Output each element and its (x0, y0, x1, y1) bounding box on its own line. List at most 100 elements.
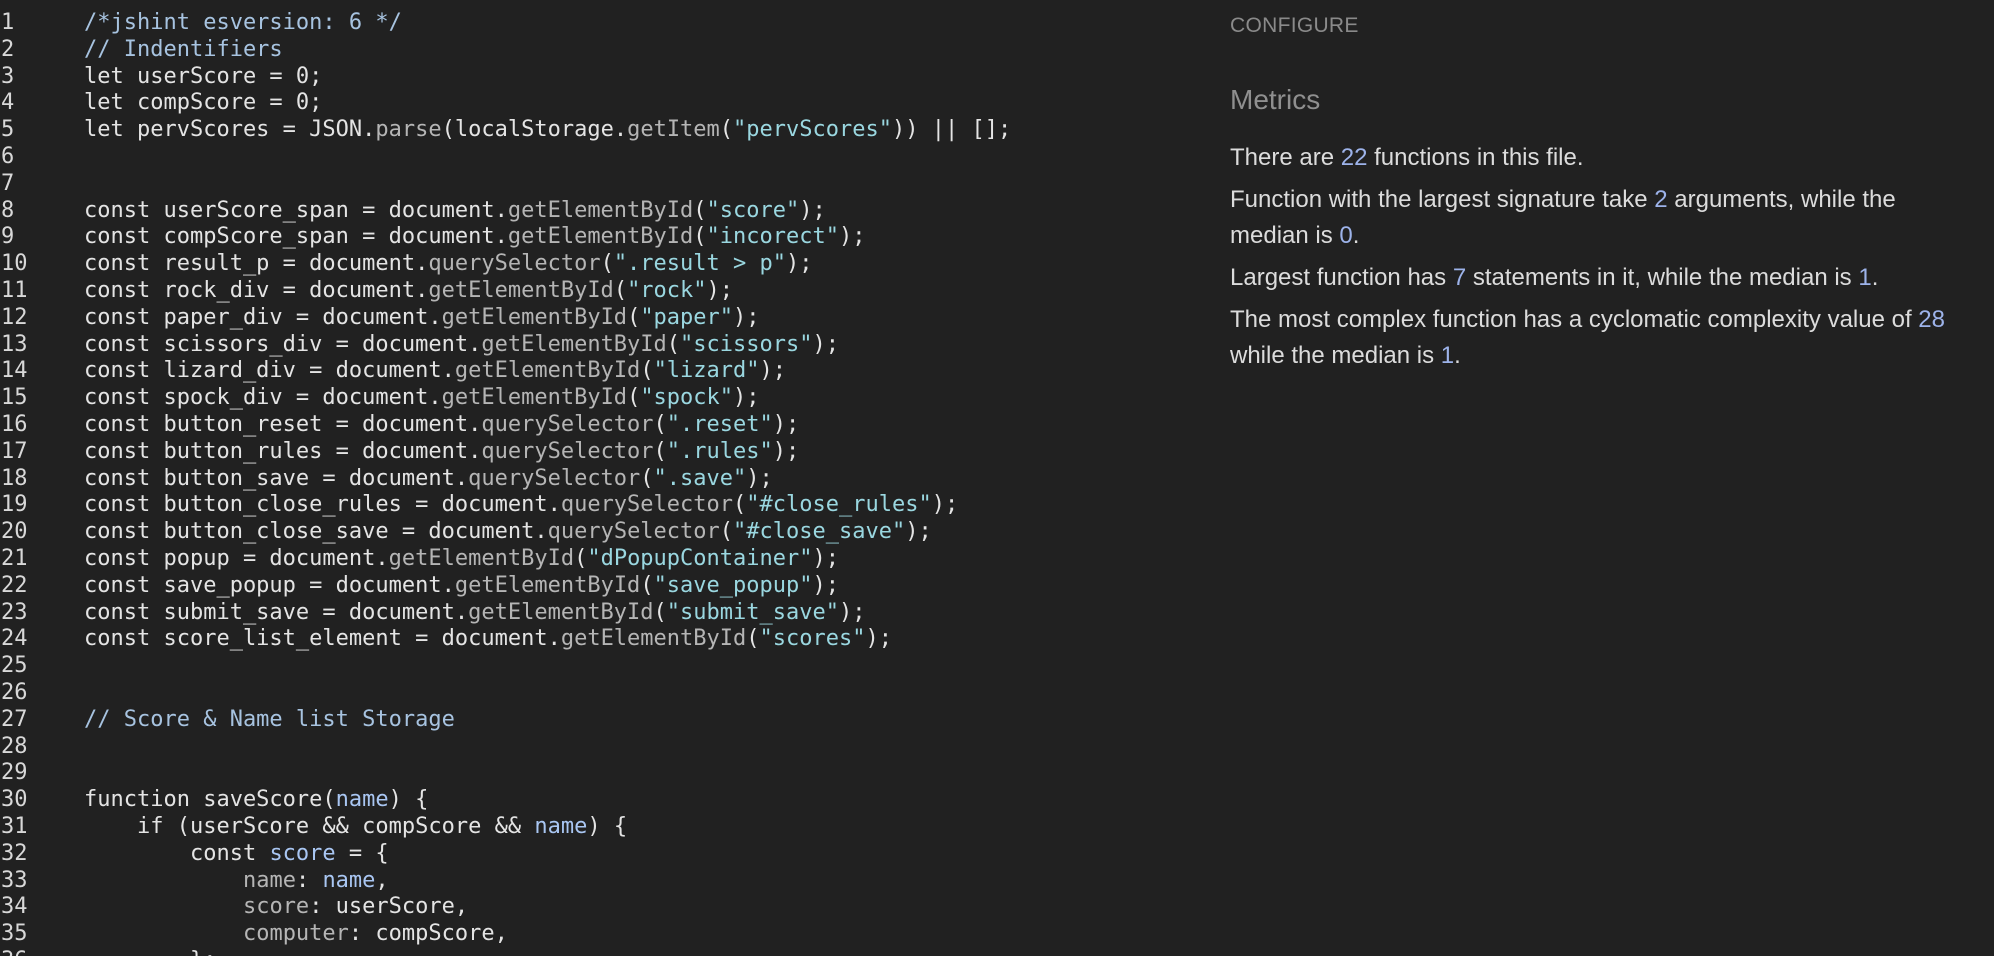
code-line: 12 const paper_div = document.getElementB… (0, 305, 1200, 332)
code-line: 32 const score = { (0, 841, 1200, 868)
code-token: "dPopupContainer" (587, 545, 813, 571)
code-token: "spock" (640, 385, 734, 411)
code-token: const button_save = document. (84, 465, 469, 491)
line-number: 15 (1, 385, 28, 411)
metric-value: 1 (1440, 342, 1455, 369)
code-token: ( (653, 411, 667, 437)
metric-item: There are 22 functions in this file. (1230, 140, 1950, 176)
code-token: getElementById (454, 358, 641, 384)
line-number: 26 (1, 679, 28, 705)
line-number: 29 (1, 760, 28, 786)
line-code: const userScore_span = document.getEleme… (84, 198, 826, 225)
code-line: 16 const button_reset = document.querySel… (0, 412, 1200, 439)
code-token: ( (627, 304, 641, 330)
code-token: ( (693, 197, 707, 223)
code-token: "#close_rules" (746, 492, 932, 518)
code-token: ( (613, 277, 628, 303)
code-token: getElementById (507, 197, 694, 223)
metric-value: 0 (1339, 222, 1353, 249)
code-token: "rock" (627, 277, 707, 303)
metric-value: 7 (1452, 264, 1467, 291)
line-number: 5 (1, 117, 15, 143)
line-number: 8 (1, 197, 15, 223)
line-number: 13 (1, 331, 28, 357)
code-token: getElementById (428, 277, 614, 303)
code-token: const scissors_div = document. (84, 331, 482, 357)
line-number: 18 (1, 465, 28, 491)
line-number: 14 (1, 358, 28, 384)
line-number: 25 (1, 653, 28, 679)
code-line: 23 const submit_save = document.getElemen… (0, 600, 1200, 627)
code-token: ); (838, 599, 866, 625)
code-token: ".result > p" (613, 251, 786, 277)
code-token: computer (242, 921, 349, 947)
line-code: }; (84, 948, 217, 956)
code-token: "scissors" (680, 331, 813, 357)
line-number: 24 (1, 626, 28, 652)
metric-text: statements in it, while the median is (1466, 264, 1859, 291)
line-code: const button_reset = document.querySelec… (84, 412, 799, 439)
code-token: ( (640, 358, 654, 384)
line-code: /*jshint esversion: 6 */ (84, 10, 402, 37)
code-line: 29 (0, 760, 1200, 787)
line-number: 1 (1, 10, 15, 35)
metric-value: 22 (1340, 144, 1368, 171)
code-token: score (269, 840, 336, 866)
code-line: 6 (0, 144, 1200, 171)
line-code: const button_save = document.querySelect… (84, 466, 773, 493)
line-number: 16 (1, 411, 28, 437)
code-token: ( (600, 251, 614, 277)
line-code: let userScore = 0; (84, 64, 322, 91)
line-code: const save_popup = document.getElementBy… (84, 573, 839, 600)
line-number: 12 (1, 304, 28, 330)
line-code: const compScore_span = document.getEleme… (84, 224, 865, 251)
code-token: name (335, 787, 389, 813)
code-token: ( (733, 492, 747, 518)
line-number: 30 (1, 787, 28, 813)
code-line: 10 const result_p = document.querySelecto… (0, 251, 1200, 278)
code-token: getElementById (468, 599, 654, 625)
code-token: : userScore, (309, 894, 469, 920)
line-code: const result_p = document.querySelector(… (84, 251, 813, 278)
code-token: "paper" (640, 304, 734, 330)
code-token: (localStorage. (441, 117, 628, 143)
code-token: const score_list_element = document. (84, 626, 561, 652)
code-line: 15 const spock_div = document.getElementB… (0, 385, 1200, 412)
code-token: ( (719, 519, 734, 545)
code-token: ( (640, 572, 654, 598)
code-token: ); (706, 277, 734, 303)
metric-item: Function with the largest signature take… (1230, 182, 1950, 254)
code-token: ".rules" (666, 438, 773, 464)
code-token: ( (574, 545, 588, 571)
code-token: ( (653, 599, 667, 625)
code-token: ( (719, 117, 734, 143)
code-token: ); (733, 304, 760, 330)
configure-link[interactable]: CONFIGURE (1230, 14, 1359, 38)
line-code: name: name, (84, 868, 389, 895)
code-token: querySelector (468, 465, 641, 491)
code-token: )) || []; (892, 117, 1012, 143)
code-token: getElementById (507, 224, 694, 250)
code-token: ); (786, 251, 813, 277)
code-token: querySelector (481, 438, 654, 464)
line-code: const button_close_rules = document.quer… (84, 492, 958, 519)
code-token: getElementById (388, 545, 575, 571)
metric-text: while the median is (1230, 342, 1441, 369)
code-editor[interactable]: 1 /*jshint esversion: 6 */ 2 // Indentifier… (0, 0, 1200, 956)
line-number: 27 (1, 706, 28, 732)
code-line: 18 const button_save = document.querySele… (0, 466, 1200, 493)
code-token: const (84, 840, 270, 866)
line-code: const button_rules = document.querySelec… (84, 439, 799, 466)
code-line: 9 const compScore_span = document.getElem… (0, 224, 1200, 251)
code-token: ( (653, 438, 667, 464)
code-token: name (322, 867, 376, 893)
line-number: 31 (1, 813, 28, 839)
code-token: const lizard_div = document. (84, 358, 455, 384)
metric-text: There are (1230, 144, 1341, 171)
code-token: let pervScores = JSON. (84, 117, 376, 143)
line-number: 33 (1, 867, 28, 893)
code-token: : (295, 867, 323, 893)
